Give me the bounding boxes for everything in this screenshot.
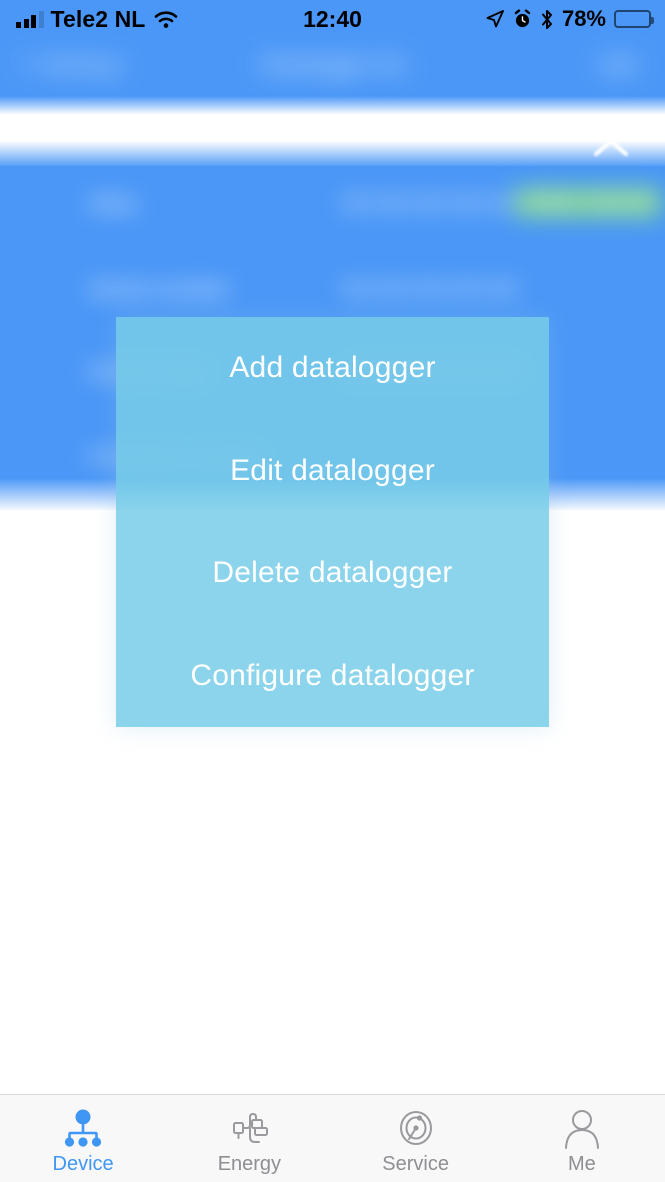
chevron-up-icon[interactable] (593, 136, 629, 158)
app-screen: Settings Datalogger list Add Alias XX:XX… (0, 0, 665, 1182)
battery-percent-label: 78% (561, 6, 606, 31)
backdrop-white-band (0, 96, 665, 168)
location-arrow-icon (486, 10, 504, 28)
row-value: XX:XX:XX:XX:XX (340, 276, 519, 302)
configure-datalogger-button[interactable]: Configure datalogger (116, 625, 549, 728)
tab-service[interactable]: Service (333, 1095, 499, 1182)
battery-icon (614, 10, 654, 28)
nav-right-action[interactable]: Add (598, 52, 637, 78)
tab-label: Service (382, 1152, 449, 1175)
action-sheet: Add datalogger Edit datalogger Delete da… (116, 317, 549, 727)
device-network-icon (65, 1109, 102, 1147)
action-sheet-item-label: Delete datalogger (212, 556, 453, 590)
person-icon (564, 1109, 599, 1149)
table-row: Serial number XX:XX:XX:XX:XX (0, 270, 665, 314)
tab-label: Energy (217, 1152, 282, 1175)
tab-label: Me (567, 1152, 596, 1175)
page-title: Datalogger list (258, 51, 407, 77)
power-plug-icon (233, 1112, 269, 1143)
action-sheet-item-label: Edit datalogger (230, 453, 435, 487)
row-label: Alias (88, 190, 138, 216)
tab-me[interactable]: Me (499, 1095, 665, 1182)
bottom-tab-bar: Device Energy Service Me (0, 1094, 665, 1182)
status-bar-right: 78% (485, 6, 654, 32)
action-sheet-item-label: Configure datalogger (190, 658, 475, 692)
table-row: Alias XX:XX:XX:XX:XX Online Normal (0, 184, 665, 228)
nav-bar: Settings Datalogger list Add (0, 44, 665, 96)
tab-device[interactable]: Device (0, 1095, 166, 1182)
bluetooth-icon (541, 9, 552, 29)
row-label: Serial number (88, 276, 232, 302)
gauge-icon (399, 1110, 432, 1145)
action-sheet-item-label: Add datalogger (229, 351, 436, 385)
alarm-clock-icon (514, 9, 531, 28)
row-value: XX:XX:XX:XX:XX (340, 190, 519, 216)
status-badge-secondary: Normal (578, 188, 663, 217)
tab-energy[interactable]: Energy (166, 1095, 332, 1182)
tab-label: Device (52, 1152, 114, 1175)
add-datalogger-button[interactable]: Add datalogger (116, 317, 549, 420)
edit-datalogger-button[interactable]: Edit datalogger (116, 420, 549, 523)
delete-datalogger-button[interactable]: Delete datalogger (116, 522, 549, 625)
status-bar: Tele2 NL 12:40 78% (0, 0, 665, 44)
